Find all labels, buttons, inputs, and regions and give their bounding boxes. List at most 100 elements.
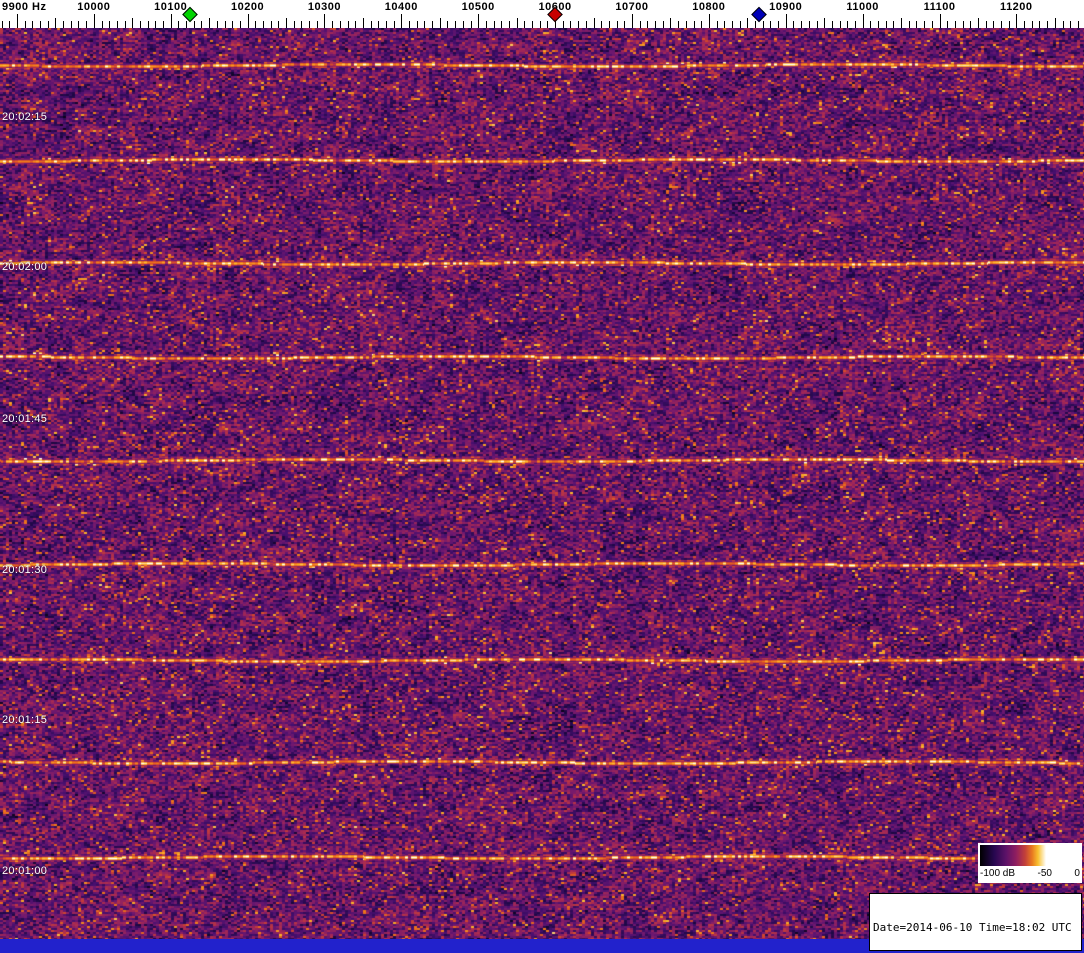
freq-tick [816, 21, 818, 28]
info-date-time: Date=2014-06-10 Time=18:02 UTC [873, 921, 1072, 934]
freq-tick [270, 21, 272, 28]
freq-tick [693, 21, 695, 28]
freq-tick [755, 21, 756, 28]
freq-tick [32, 21, 34, 28]
freq-tick [78, 21, 80, 28]
time-axis-label: 20:02:15 [2, 111, 48, 123]
freq-tick [409, 21, 410, 28]
freq-tick [893, 21, 895, 28]
freq-tick [332, 21, 334, 28]
freq-tick [908, 21, 910, 28]
time-axis-label: 20:01:30 [2, 564, 48, 576]
freq-tick [793, 21, 795, 28]
freq-tick [155, 21, 157, 28]
freq-tick [647, 21, 649, 28]
freq-tick [470, 21, 472, 28]
legend-min-label: -100 dB [980, 868, 1016, 879]
freq-label: 10400 [384, 1, 418, 13]
freq-tick [16, 14, 18, 28]
color-gradient-bar [980, 845, 1080, 866]
freq-tick [478, 14, 480, 28]
freq-tick [193, 21, 195, 28]
time-axis-label: 20:02:00 [2, 261, 48, 273]
freq-tick [355, 21, 357, 28]
observation-info-box: Date=2014-06-10 Time=18:02 UTC Freq=143 … [869, 893, 1082, 951]
freq-label: 11200 [1000, 1, 1033, 13]
freq-tick [147, 21, 149, 28]
freq-tick [901, 18, 902, 28]
freq-tick [655, 21, 656, 28]
freq-label: 10700 [615, 1, 649, 13]
freq-label: 9900 Hz [2, 1, 47, 13]
freq-label: 11000 [846, 1, 879, 13]
freq-label: 10100 [154, 1, 188, 13]
freq-tick [532, 21, 533, 28]
freq-tick [116, 21, 118, 28]
freq-tick [401, 14, 403, 28]
freq-tick [562, 21, 564, 28]
freq-label: 10200 [231, 1, 265, 13]
freq-tick [178, 21, 180, 28]
freq-tick [1008, 21, 1010, 28]
freq-tick [508, 21, 510, 28]
freq-tick [416, 21, 418, 28]
freq-tick [662, 21, 664, 28]
legend-mid-label: -50 [1037, 868, 1052, 879]
freq-label: 11100 [923, 1, 956, 13]
freq-tick [701, 21, 703, 28]
freq-tick [870, 21, 872, 28]
freq-tick [962, 21, 964, 28]
freq-tick [362, 18, 364, 28]
freq-tick [186, 21, 187, 28]
freq-tick [778, 21, 779, 28]
freq-tick [608, 21, 610, 28]
freq-tick [516, 18, 518, 28]
time-axis-label: 20:01:00 [2, 865, 48, 877]
freq-tick [47, 21, 49, 28]
blue-marker[interactable] [751, 6, 767, 23]
freq-tick [93, 14, 95, 28]
freq-tick [139, 21, 141, 28]
legend-labels: -100 dB -50 0 [980, 868, 1080, 879]
freq-tick [585, 21, 587, 28]
freq-tick [1039, 21, 1041, 28]
legend-max-label: 0 [1074, 868, 1080, 879]
freq-tick [209, 18, 211, 28]
freq-tick [224, 21, 226, 28]
freq-tick [570, 21, 572, 28]
time-axis-label: 20:01:15 [2, 714, 48, 726]
freq-tick [678, 21, 680, 28]
freq-tick [462, 21, 464, 28]
freq-tick [993, 21, 995, 28]
freq-tick [539, 21, 541, 28]
freq-tick [109, 21, 111, 28]
freq-tick [770, 21, 772, 28]
freq-tick [916, 21, 918, 28]
freq-tick [385, 21, 387, 28]
freq-tick [931, 21, 933, 28]
freq-tick [485, 21, 487, 28]
freq-tick [9, 21, 11, 28]
freq-tick [854, 21, 856, 28]
meteor-observation-window: 9900 Hz100001010010200103001040010500106… [0, 0, 1084, 953]
freq-tick [324, 14, 326, 28]
freq-tick [493, 21, 495, 28]
freq-label: 10500 [461, 1, 495, 13]
freq-tick [170, 14, 172, 28]
freq-tick [747, 18, 749, 28]
freq-tick [339, 21, 341, 28]
freq-tick [954, 21, 956, 28]
freq-tick [1062, 21, 1064, 28]
freq-tick [824, 18, 826, 28]
freq-tick [216, 21, 218, 28]
freq-tick [239, 21, 241, 28]
freq-tick [601, 21, 603, 28]
freq-tick [731, 21, 733, 28]
freq-tick [831, 21, 833, 28]
freq-tick [970, 21, 972, 28]
freq-tick [439, 18, 441, 28]
freq-tick [40, 21, 41, 28]
freq-tick [55, 18, 57, 28]
freq-label: 10800 [692, 1, 726, 13]
freq-tick [947, 21, 949, 28]
